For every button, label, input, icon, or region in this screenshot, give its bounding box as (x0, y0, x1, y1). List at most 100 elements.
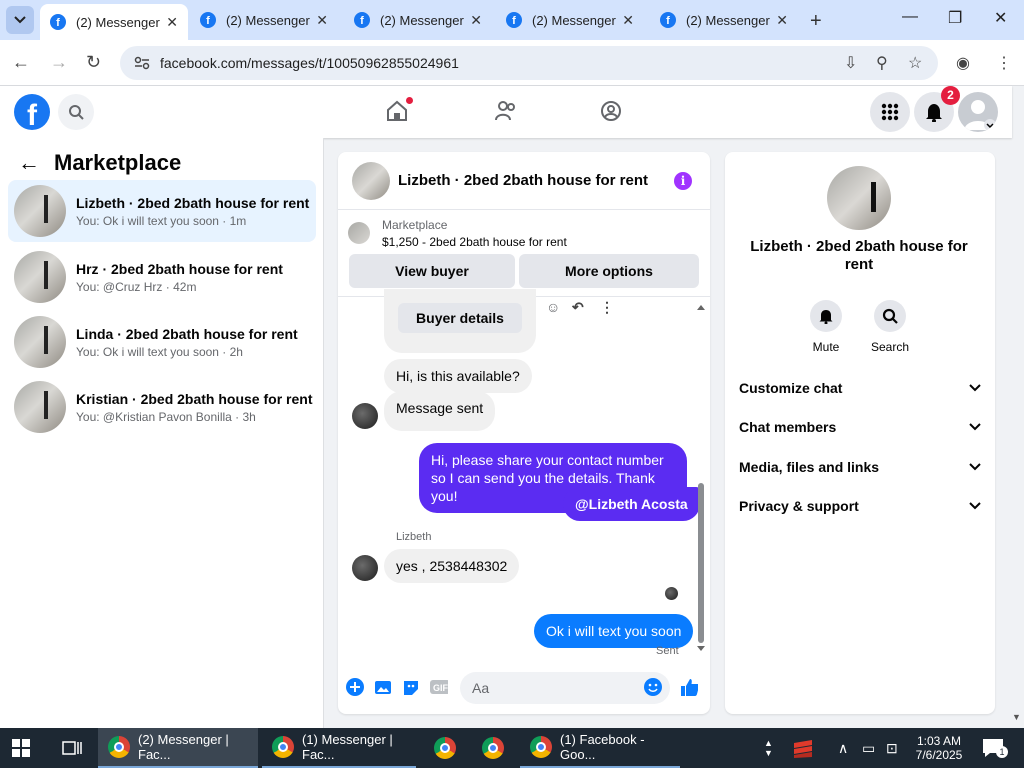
chat-members-section[interactable]: Chat members (739, 419, 981, 435)
marketplace-listing-row[interactable]: Marketplace $1,250 - 2bed 2bath house fo… (348, 218, 567, 249)
facebook-favicon-icon: f (50, 14, 66, 30)
scroll-down-icon[interactable] (696, 645, 706, 653)
restore-icon[interactable]: ❐ (948, 8, 962, 28)
mute-button[interactable]: Mute (796, 300, 856, 354)
plus-circle-icon[interactable] (346, 678, 364, 696)
sent-status: Sent (656, 645, 679, 657)
menu-kebab-icon[interactable]: ⋮ (996, 53, 1012, 73)
listing-thumbnail (827, 166, 891, 230)
close-tab-icon[interactable]: ✕ (316, 12, 328, 29)
clock[interactable]: 1:03 AM 7/6/2025 (914, 728, 964, 768)
scroll-thumb[interactable] (698, 483, 704, 643)
taskbar-chrome-app[interactable] (424, 728, 468, 768)
conversation-item[interactable]: Linda · 2bed 2bath house for rent You: O… (8, 311, 316, 373)
taskbar-chrome-app[interactable] (472, 728, 516, 768)
taskbar-chrome-window[interactable]: (1) Facebook - Goo... (520, 728, 680, 768)
gif-icon[interactable]: GIF (430, 678, 448, 696)
site-info-icon[interactable] (134, 56, 150, 70)
reply-icon[interactable]: ↶ (572, 299, 584, 316)
search-in-chat-button[interactable]: Search (860, 300, 920, 354)
info-icon[interactable]: i (674, 172, 692, 190)
buyer-details-button[interactable]: Buyer details (398, 303, 522, 333)
facebook-favicon-icon: f (660, 12, 676, 28)
sticker-icon[interactable] (402, 678, 420, 696)
new-tab-icon[interactable]: + (810, 10, 822, 33)
groups-nav[interactable] (600, 100, 622, 127)
emoji-icon[interactable] (644, 678, 662, 696)
message-input[interactable]: Aa (460, 672, 670, 704)
conversation-preview: You: @Cruz Hrz · 42m (76, 279, 197, 294)
conversation-name: Linda · 2bed 2bath house for rent (76, 325, 298, 342)
chat-scrollbar[interactable] (696, 303, 706, 653)
minimize-icon[interactable]: — (902, 8, 918, 26)
browser-tab-4[interactable]: f (2) Messenger | ✕ (496, 4, 644, 36)
address-bar-row: ← → ↻ facebook.com/messages/t/1005096285… (0, 40, 1024, 86)
chat-title[interactable]: Lizbeth · 2bed 2bath house for rent (398, 172, 648, 189)
account-avatar[interactable] (958, 92, 998, 132)
notification-center-button[interactable]: 1 (982, 728, 1008, 768)
browser-tab-1[interactable]: f (2) Messenger | ✕ (40, 4, 188, 40)
zoom-icon[interactable]: ⚲ (876, 53, 888, 73)
privacy-support-section[interactable]: Privacy & support (739, 498, 981, 514)
conversation-name: Lizbeth · 2bed 2bath house for rent (76, 194, 310, 211)
page-scroll-down-icon[interactable]: ▼ (1012, 712, 1021, 722)
task-view-button[interactable] (62, 728, 82, 768)
more-options-button[interactable]: More options (519, 254, 699, 288)
photo-icon[interactable] (374, 678, 392, 696)
back-arrow-icon[interactable]: ← (18, 150, 40, 176)
install-app-icon[interactable]: ⇩ (844, 53, 857, 73)
conversation-item[interactable]: Hrz · 2bed 2bath house for rent You: @Cr… (8, 246, 316, 308)
close-tab-icon[interactable]: ✕ (166, 14, 178, 31)
forward-arrow-icon[interactable]: → (50, 52, 68, 73)
show-hidden-icons-icon[interactable]: ∧ (838, 728, 848, 768)
close-window-icon[interactable]: ✕ (994, 8, 1007, 28)
network-icon[interactable]: ⊡ (886, 728, 898, 768)
chevron-down-icon (969, 423, 981, 431)
sender-avatar (352, 555, 378, 581)
taskbar-chrome-window[interactable]: (1) Messenger | Fac... (262, 728, 416, 768)
section-label: Media, files and links (739, 459, 880, 475)
clock-time: 1:03 AM (916, 734, 962, 748)
thumbs-up-icon[interactable] (680, 678, 698, 696)
taskbar-scroll-icon[interactable]: ▲ ▼ (764, 728, 773, 768)
view-buyer-button[interactable]: View buyer (349, 254, 515, 288)
media-files-links-section[interactable]: Media, files and links (739, 459, 981, 475)
sidebar-header: ← Marketplace (18, 150, 181, 176)
bookmark-star-icon[interactable]: ☆ (908, 53, 922, 73)
notifications-button[interactable]: 2 (914, 86, 960, 132)
url-text: facebook.com/messages/t/1005096285502496… (160, 55, 459, 71)
start-button[interactable] (12, 728, 30, 768)
tab-title: (2) Messenger | (532, 12, 617, 28)
listing-thumbnail (14, 381, 66, 433)
browser-tab-5[interactable]: f (2) Messenger | ✕ (650, 4, 798, 36)
reload-icon[interactable]: ↻ (86, 52, 101, 73)
tab-search-button[interactable] (6, 6, 34, 34)
chat-thumbnail[interactable] (352, 161, 390, 200)
close-tab-icon[interactable]: ✕ (470, 12, 482, 29)
chat-panel: Lizbeth · 2bed 2bath house for rent i Ma… (338, 152, 710, 714)
more-actions-icon[interactable]: ⋮ (600, 299, 614, 316)
close-tab-icon[interactable]: ✕ (776, 12, 788, 29)
pinned-app-icon[interactable] (792, 728, 814, 768)
home-icon (387, 100, 407, 121)
url-omnibox[interactable]: facebook.com/messages/t/1005096285502496… (120, 46, 938, 80)
facebook-logo-icon[interactable]: f (14, 94, 50, 130)
close-tab-icon[interactable]: ✕ (622, 12, 634, 29)
scroll-up-icon[interactable] (696, 303, 706, 311)
conversation-item[interactable]: Lizbeth · 2bed 2bath house for rent You:… (8, 180, 316, 242)
menu-button[interactable] (870, 92, 910, 132)
react-emoji-icon[interactable]: ☺ (546, 299, 560, 315)
taskbar-chrome-window[interactable]: (2) Messenger | Fac... (98, 728, 258, 768)
browser-tab-3[interactable]: f (2) Messenger | ✕ (344, 4, 492, 36)
grid-menu-icon (881, 103, 899, 121)
conversation-item[interactable]: Kristian · 2bed 2bath house for rent You… (8, 376, 316, 438)
profile-icon[interactable]: ◉ (956, 53, 970, 73)
home-nav[interactable] (386, 97, 413, 127)
sidebar-title: Marketplace (54, 150, 182, 175)
device-icon[interactable]: ▭ (862, 728, 875, 768)
browser-tab-2[interactable]: f (2) Messenger | ✕ (190, 4, 338, 36)
back-arrow-icon[interactable]: ← (12, 52, 30, 73)
customize-chat-section[interactable]: Customize chat (739, 380, 981, 396)
friends-nav[interactable] (494, 100, 518, 127)
facebook-search-button[interactable] (58, 94, 94, 130)
